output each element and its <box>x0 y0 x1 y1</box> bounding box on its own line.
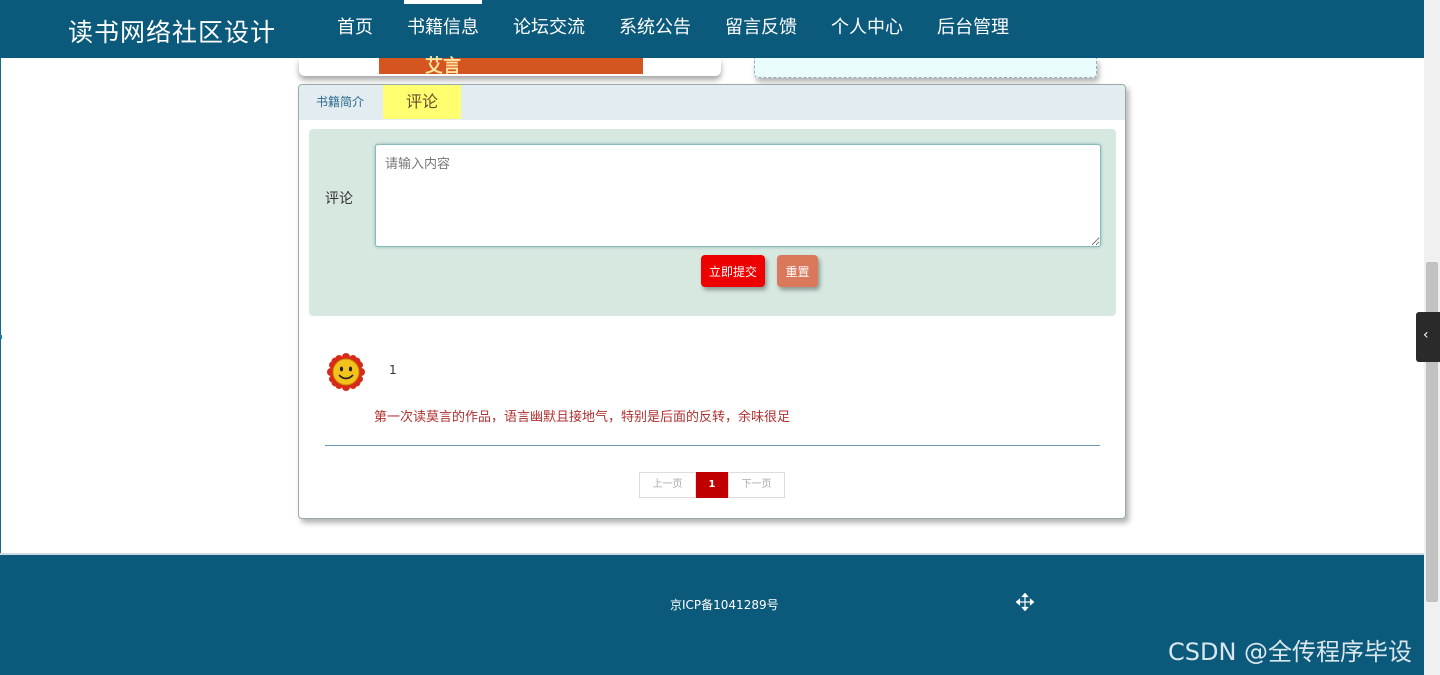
tab-book-intro[interactable]: 书籍简介 <box>316 85 364 119</box>
prev-page-button[interactable]: 上一页 <box>639 472 696 498</box>
detail-tabs-panel: 书籍简介 评论 评论 立即提交 重置 1 第一次读莫言的作品，语言幽 <box>298 84 1126 519</box>
comment-input[interactable] <box>375 144 1101 247</box>
icp-record: 京ICP备1041289号 <box>670 598 779 612</box>
csdn-watermark: CSDN @全传程序毕设 <box>1168 638 1413 666</box>
sidebar-toggle-button[interactable]: ‹ <box>1416 312 1440 362</box>
page-1-button[interactable]: 1 <box>696 472 728 498</box>
site-title[interactable]: 读书网络社区设计 <box>68 13 276 49</box>
smiling-sun-avatar-icon <box>327 353 365 391</box>
top-navbar: 读书网络社区设计 首页 书籍信息 论坛交流 系统公告 留言反馈 个人中心 后台管… <box>0 0 1424 58</box>
comment-label: 评论 <box>325 191 353 207</box>
main-nav: 首页 书籍信息 论坛交流 系统公告 留言反馈 个人中心 后台管理 <box>320 0 1026 58</box>
nav-item-admin[interactable]: 后台管理 <box>920 0 1026 58</box>
nav-item-announcements[interactable]: 系统公告 <box>602 0 708 58</box>
reset-button[interactable]: 重置 <box>777 255 818 287</box>
next-page-button[interactable]: 下一页 <box>728 472 785 498</box>
nav-item-feedback[interactable]: 留言反馈 <box>708 0 814 58</box>
move-cursor-icon <box>1015 592 1035 612</box>
comment-content: 第一次读莫言的作品，语言幽默且接地气，特别是后面的反转，余味很足 <box>374 410 791 425</box>
nav-item-home[interactable]: 首页 <box>320 0 390 58</box>
tab-bar: 书籍简介 评论 <box>299 85 1125 120</box>
submit-button[interactable]: 立即提交 <box>701 255 765 287</box>
book-info-card <box>754 58 1097 78</box>
nav-item-personal-center[interactable]: 个人中心 <box>814 0 920 58</box>
book-cover-title: 艾言 <box>425 56 461 77</box>
chevron-left-icon: ‹ <box>1423 327 1429 343</box>
nav-item-book-info[interactable]: 书籍信息 <box>390 0 496 58</box>
comment-divider <box>325 445 1100 446</box>
nav-item-forum[interactable]: 论坛交流 <box>496 0 602 58</box>
comment-username: 1 <box>389 363 397 377</box>
book-cover-image: 艾言 <box>379 56 643 77</box>
pagination: 上一页 1 下一页 <box>639 472 785 498</box>
edge-marker <box>0 335 2 339</box>
tab-comment[interactable]: 评论 <box>383 85 461 119</box>
book-cover-card: 艾言 <box>299 56 721 77</box>
comment-form: 评论 立即提交 重置 <box>309 129 1116 316</box>
